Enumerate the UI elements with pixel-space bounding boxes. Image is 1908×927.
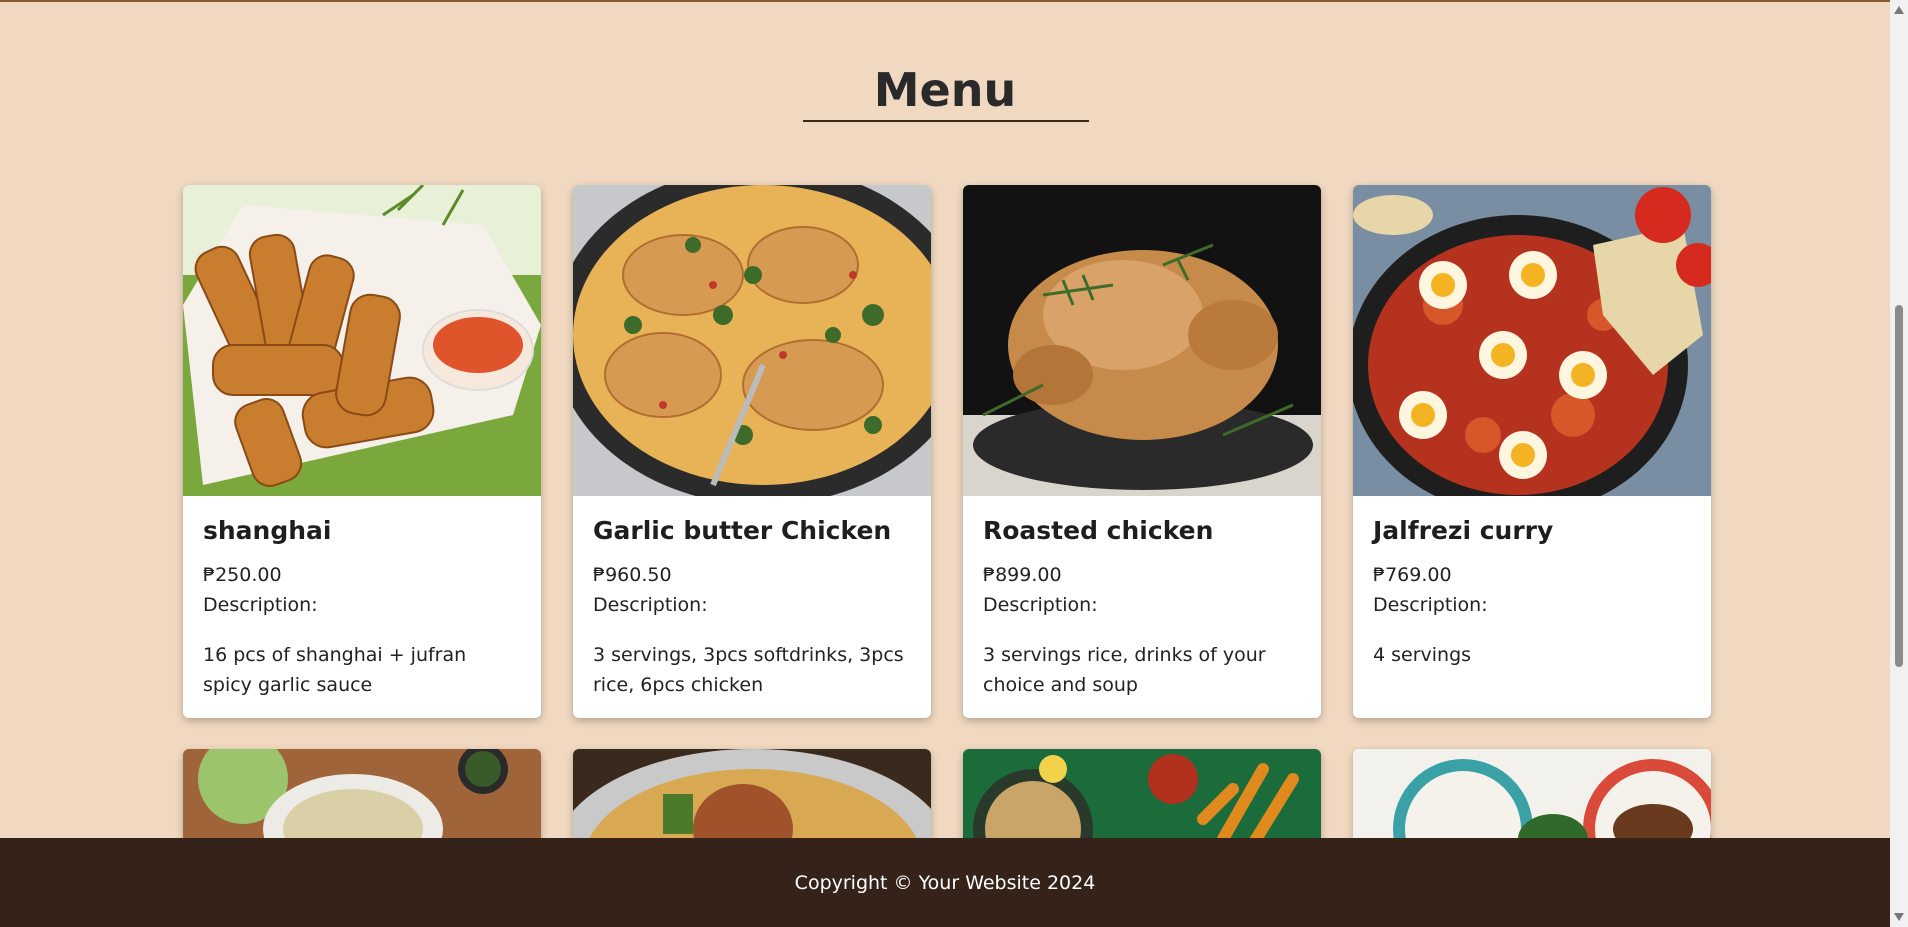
item-price: ₱960.50 bbox=[593, 564, 672, 586]
scroll-down-arrow-icon[interactable] bbox=[1894, 913, 1904, 921]
menu-card-roasted-chicken[interactable]: Roasted chicken ₱899.00 Description: 3 s… bbox=[963, 185, 1321, 718]
item-description: 3 servings, 3pcs softdrinks, 3pcs rice, … bbox=[593, 644, 904, 696]
description-label: Description: bbox=[203, 594, 318, 616]
item-description: 16 pcs of shanghai + jufran spicy garlic… bbox=[203, 644, 467, 696]
card-body: Jalfrezi curry ₱769.00 Description: 4 se… bbox=[1353, 496, 1711, 690]
food-image-garlic-butter-chicken bbox=[573, 185, 931, 496]
item-name: shanghai bbox=[203, 516, 332, 545]
item-description: 3 servings rice, drinks of your choice a… bbox=[983, 644, 1266, 696]
menu-page: Menu shanghai ₱250.00 Description: 16 pc… bbox=[0, 0, 1890, 927]
card-body: shanghai ₱250.00 Description: 16 pcs of … bbox=[183, 496, 541, 718]
description-label: Description: bbox=[593, 594, 708, 616]
card-body: Garlic butter Chicken ₱960.50 Descriptio… bbox=[573, 496, 931, 718]
menu-card-garlic-butter-chicken[interactable]: Garlic butter Chicken ₱960.50 Descriptio… bbox=[573, 185, 931, 718]
food-image bbox=[183, 749, 541, 849]
item-name: Jalfrezi curry bbox=[1373, 516, 1554, 545]
item-description: 4 servings bbox=[1373, 644, 1472, 666]
footer-copyright: Copyright © Your Website 2024 bbox=[794, 871, 1096, 894]
menu-card-row2-3[interactable] bbox=[963, 749, 1321, 849]
item-name: Roasted chicken bbox=[983, 516, 1214, 545]
description-label: Description: bbox=[983, 594, 1098, 616]
item-name: Garlic butter Chicken bbox=[593, 516, 892, 545]
food-image-jalfrezi-curry bbox=[1353, 185, 1711, 496]
item-price: ₱250.00 bbox=[203, 564, 282, 586]
menu-card-row2-1[interactable] bbox=[183, 749, 541, 849]
item-price: ₱899.00 bbox=[983, 564, 1062, 586]
food-image-shanghai bbox=[183, 185, 541, 496]
description-label: Description: bbox=[1373, 594, 1488, 616]
item-price: ₱769.00 bbox=[1373, 564, 1452, 586]
footer: Copyright © Your Website 2024 bbox=[0, 838, 1890, 927]
menu-title-wrap: Menu bbox=[0, 58, 1890, 122]
menu-card-row2-2[interactable] bbox=[573, 749, 931, 849]
menu-card-jalfrezi-curry[interactable]: Jalfrezi curry ₱769.00 Description: 4 se… bbox=[1353, 185, 1711, 718]
vertical-scrollbar[interactable] bbox=[1890, 0, 1908, 927]
title-underline bbox=[803, 120, 1089, 122]
scroll-up-arrow-icon[interactable] bbox=[1894, 6, 1904, 14]
card-body: Roasted chicken ₱899.00 Description: 3 s… bbox=[963, 496, 1321, 718]
food-image bbox=[573, 749, 931, 849]
menu-card-row2-4[interactable] bbox=[1353, 749, 1711, 849]
scrollbar-thumb[interactable] bbox=[1895, 305, 1903, 667]
food-image bbox=[1353, 749, 1711, 849]
food-image bbox=[963, 749, 1321, 849]
menu-card-shanghai[interactable]: shanghai ₱250.00 Description: 16 pcs of … bbox=[183, 185, 541, 718]
page-title: Menu bbox=[873, 63, 1017, 117]
food-image-roasted-chicken bbox=[963, 185, 1321, 496]
